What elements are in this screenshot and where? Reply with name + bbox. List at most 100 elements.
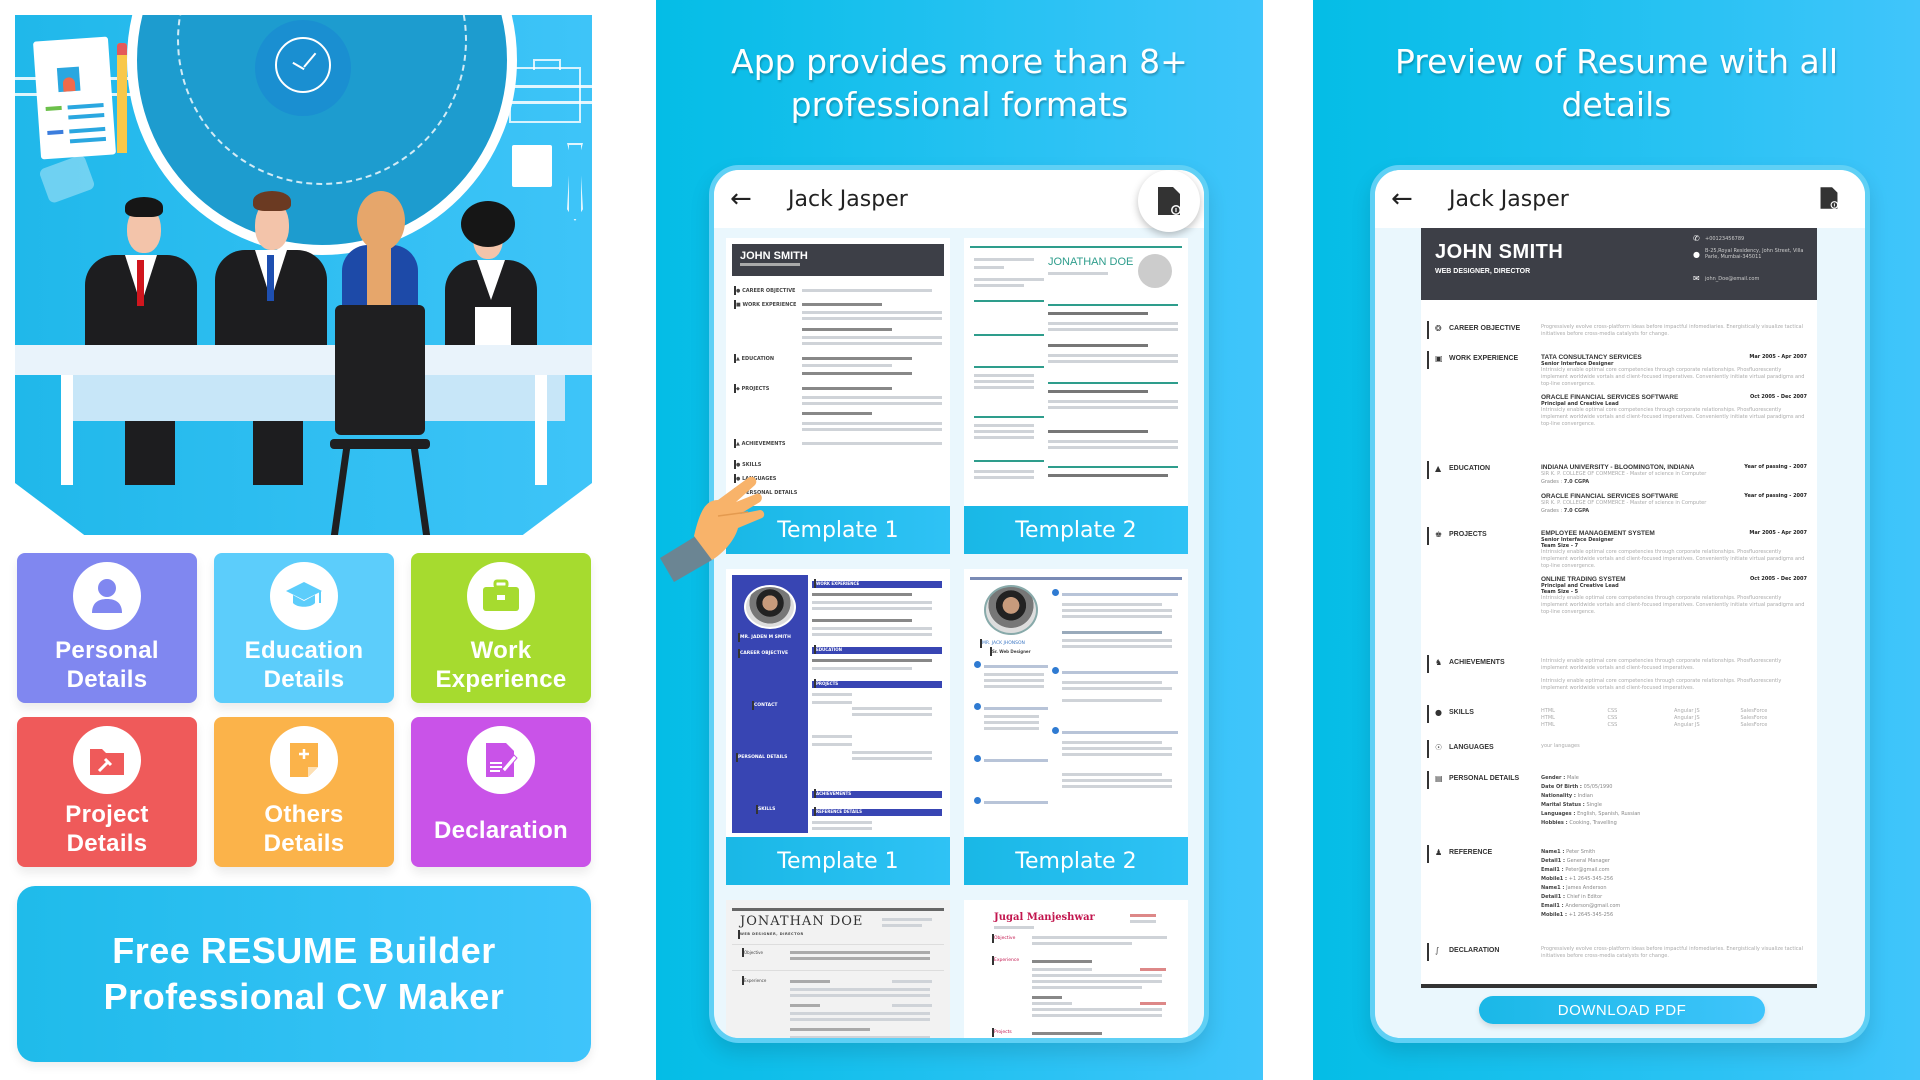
necktie-icon [567,143,583,221]
detail-row: Detail1 : Chief in Editor [1541,894,1603,900]
promo-banner: Free RESUME Builder Professional CV Make… [17,886,591,1062]
briefcase-outline-icon [509,59,581,123]
app-store-screenshot: Personal Details Education Details Work Exp… [0,0,1920,1080]
work-entry: TATA CONSULTANCY SERVICES Mar 2005 - Apr… [1541,354,1807,387]
detail-row: Languages : English, Spanish, Russian [1541,811,1641,817]
feature-panel-home: Personal Details Education Details Work Exp… [0,0,610,1080]
tile-work-experience[interactable]: Work Experience [411,553,591,703]
contact-email: john_Doe@email.com [1705,276,1760,282]
briefcase-icon [467,562,535,630]
template-preview: MR. JADEN M SMITH CAREER OBJECTIVE CONTA… [732,575,944,833]
tile-education-details[interactable]: Education Details [214,553,394,703]
template-card[interactable]: MR. JACK JHONSON Sr. Web Designer Templa… [964,569,1188,885]
tile-label: Education [244,637,364,664]
section-title: CAREER OBJECTIVE [1449,325,1521,332]
section-title: ACHIEVEMENTS [1449,659,1505,666]
detail-row: Detail1 : General Manager [1541,858,1610,864]
detail-row: Mobile1 : +1 2645-345-256 [1541,876,1614,882]
banner-line-2: Professional CV Maker [103,976,505,1017]
tile-label: Declaration [433,817,568,844]
project-entry: EMPLOYEE MANAGEMENT SYSTEM Mar 2005 - Ap… [1541,530,1807,569]
chair [335,305,425,435]
work-entry: ORACLE FINANCIAL SERVICES SOFTWARE Oct 2… [1541,394,1807,427]
detail-row: Nationality : Indian [1541,793,1594,799]
feature-panel-preview: Preview of Resume with all details ← Jac… [1313,0,1920,1080]
graduation-cap-icon [270,562,338,630]
target-icon: ❂ [1435,324,1442,333]
detail-row: Mobile1 : +1 2645-345-256 [1541,912,1614,918]
resume-footer-rule [1421,984,1817,988]
detail-row: Gender : Male [1541,775,1579,781]
template-preview: JOHN SMITH ● CAREER OBJECTIVE ■ WORK EXP… [732,244,944,502]
tile-label: Details [66,666,148,693]
template-preview: JONATHAN DOE [970,244,1182,502]
section-title: EDUCATION [1449,465,1491,472]
project-entry: ONLINE TRADING SYSTEM Oct 2005 - Dec 200… [1541,576,1807,615]
tile-declaration[interactable]: Declaration [411,717,591,867]
banner-line-1: Free RESUME Builder [112,930,496,971]
resume-header: JOHN SMITH WEB DESIGNER, DIRECTOR ✆ +001… [1421,228,1817,300]
template-grid: JOHN SMITH ● CAREER OBJECTIVE ■ WORK EXP… [726,238,1192,1038]
section-title: DECLARATION [1449,947,1500,954]
template-card[interactable]: MR. JADEN M SMITH CAREER OBJECTIVE CONTA… [726,569,950,885]
tile-others-details[interactable]: Others Details [214,717,394,867]
signature-icon: ∫ [1435,946,1440,955]
resume-preview: JOHN SMITH WEB DESIGNER, DIRECTOR ✆ +001… [1421,228,1817,988]
app-bar-title: Jack Jasper [788,186,908,212]
tile-project-details[interactable]: Project Details [17,717,197,867]
tile-label: Details [263,830,345,857]
resume-document-icon [32,36,117,160]
id-card-icon: ▤ [1435,774,1443,783]
handshake-icon [38,153,96,205]
section-tiles: Personal Details Education Details Work Exp… [17,553,591,867]
detail-row: Hobbies : Cooking, Travelling [1541,820,1617,826]
tile-label: Personal [55,637,159,664]
user-icon [73,562,141,630]
arrow-left-icon[interactable]: ← [1391,184,1431,214]
detail-row: Email1 : Anderson@gmail.com [1541,903,1621,909]
pdf-button[interactable] [1138,170,1200,232]
achievement-item: Intrinsicly enable optimal core competen… [1541,658,1782,671]
template-label: Template 2 [964,506,1188,554]
template-label: Template 2 [964,837,1188,885]
project-folder-icon [73,726,141,794]
detail-row: Date Of Birth : 05/05/1990 [1541,784,1613,790]
location-pin-icon: ● [1693,250,1700,259]
team-icon: ♚ [1435,530,1443,539]
headline-line-1: App provides more than 8+ [731,42,1188,81]
briefcase-icon: ▣ [1435,354,1443,363]
education-entry: ORACLE FINANCIAL SERVICES SOFTWARE Year … [1541,493,1807,514]
section-text: Progressively evolve cross-platform idea… [1541,324,1803,337]
tile-label: Details [66,830,148,857]
tile-personal-details[interactable]: Personal Details [17,553,197,703]
pointing-hand-icon [660,476,765,582]
interview-illustration [15,15,592,535]
phone-frame: ← Jack Jasper JOHN SMITH WEB DESIGNER, D… [1370,165,1870,1043]
template-card[interactable]: Jugal Manjeshwar Objective Experience Pr… [964,900,1188,1038]
headline-line-2: details [1561,85,1672,124]
award-icon: ♞ [1435,658,1443,667]
feature-panel-templates: App provides more than 8+ professional f… [656,0,1263,1080]
phone-icon: ✆ [1693,234,1700,243]
lightbulb-icon: ● [1435,708,1442,717]
section-title: SKILLS [1449,709,1474,716]
tile-label: Experience [435,666,567,693]
arrow-left-icon[interactable]: ← [730,184,770,214]
detail-row: Name1 : James Anderson [1541,885,1607,891]
app-bar: ← Jack Jasper [1375,170,1865,228]
section-title: PERSONAL DETAILS [1449,775,1520,782]
download-pdf-button[interactable]: DOWNLOAD PDF [1479,996,1765,1024]
pencil-icon [117,43,127,153]
achievement-item: Intrinsicly enable optimal core competen… [1541,678,1782,691]
email-icon: ✉ [1693,274,1700,283]
section-title: LANGUAGES [1449,744,1494,751]
template-card[interactable]: JONATHAN DOE WEB DESIGNER, DIRECTOR Obje… [726,900,950,1038]
pdf-file-icon[interactable] [1819,186,1839,210]
tile-label: Project [65,801,149,828]
app-bar-title: Jack Jasper [1449,186,1569,212]
section-title: REFERENCE [1449,849,1493,856]
education-entry: INDIANA UNIVERSITY - BLOOMINGTON, INDIAN… [1541,464,1807,485]
signature-document-icon [467,726,535,794]
detail-row: Name1 : Peter Smith [1541,849,1596,855]
template-card[interactable]: JONATHAN DOE Template 2 [964,238,1188,554]
